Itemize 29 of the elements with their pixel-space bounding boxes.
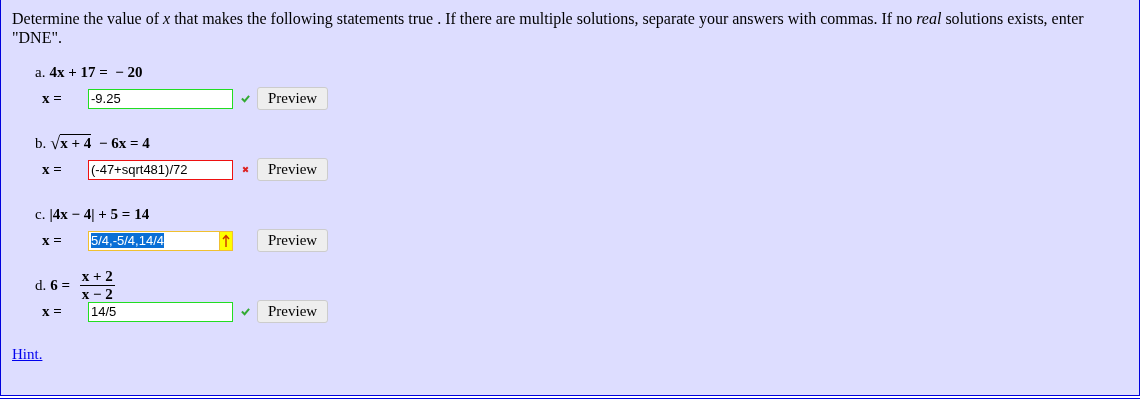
preview-button[interactable]: Preview — [257, 158, 329, 181]
equation-text: |4x − 4| + 5 = 14 — [49, 205, 150, 223]
equation-text: 6 = — [50, 276, 72, 294]
preview-button[interactable]: Preview — [257, 229, 329, 252]
fraction-denominator: x − 2 — [80, 285, 114, 303]
fraction-numerator: x + 2 — [79, 267, 115, 286]
answer-label: x = — [42, 90, 63, 107]
answer-label: x = — [42, 303, 63, 320]
checkmark-icon — [240, 307, 250, 316]
answer-field[interactable]: (-47+sqrt481)/72 — [88, 159, 233, 180]
up-arrow-icon — [219, 231, 232, 250]
cross-icon — [240, 165, 250, 174]
answer-label: x = — [42, 161, 63, 178]
question-label: b. — [35, 134, 47, 152]
preview-button[interactable]: Preview — [257, 300, 329, 323]
answer-label: x = — [42, 232, 63, 249]
question-label: d. — [35, 276, 47, 294]
instructions-text: Determine the value of x that makes the following statements true . If there are multiple solutions, separate your answers with commas. If no real solutions exists, enter "DNE". — [12, 9, 1085, 47]
square-root-expression: √x + 4 — [50, 134, 92, 152]
question-label: a. — [35, 63, 46, 81]
question-label: c. — [35, 205, 46, 223]
checkmark-icon — [240, 94, 250, 103]
answer-field[interactable]: -9.25 — [88, 88, 233, 109]
hint-link[interactable]: Hint. — [12, 346, 43, 362]
answer-field[interactable]: 14/5 — [88, 301, 233, 322]
answer-field[interactable]: 5/4,-5/4,14/4 — [88, 230, 233, 251]
equation-text: − 6x = 4 — [97, 134, 150, 152]
preview-button[interactable]: Preview — [257, 87, 329, 110]
equation-text: 4x + 17 = − 20 — [49, 63, 143, 81]
